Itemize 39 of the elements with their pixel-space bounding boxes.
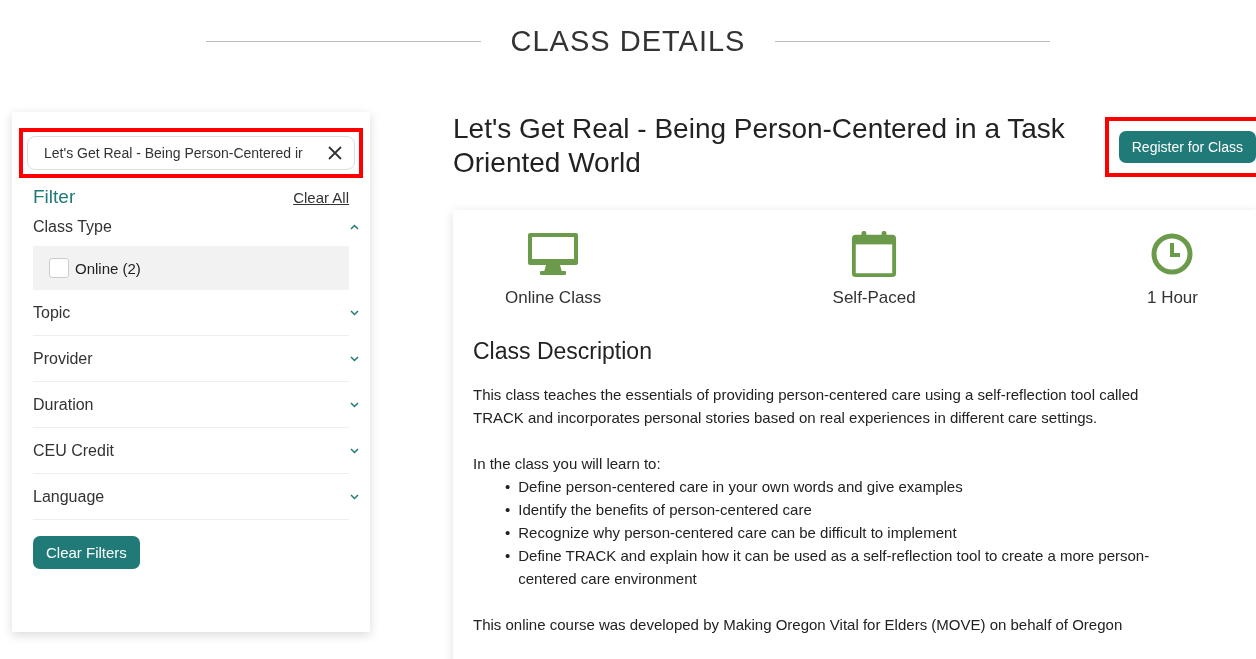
section-heading: Class Description (473, 338, 653, 365)
filter-group-header[interactable]: Duration (33, 382, 359, 427)
calendar-icon (850, 230, 899, 278)
filter-group-header[interactable]: Class Type (33, 208, 359, 246)
feature-label: Self-Paced (832, 288, 916, 308)
close-icon[interactable] (328, 146, 342, 160)
register-button[interactable]: Register for Class (1118, 131, 1256, 163)
checkbox[interactable] (49, 258, 69, 278)
clear-all-link[interactable]: Clear All (293, 189, 349, 206)
chevron-icon[interactable] (350, 356, 359, 362)
chevron-icon[interactable] (350, 448, 359, 454)
filter-group-header[interactable]: Language (33, 474, 359, 519)
bullet-mark: • (505, 500, 511, 520)
description-paragraph: This online course was developed by Making Oregon Vital for Elders (MOVE) on behalf of Oregon (473, 615, 1124, 635)
objective-item: Define TRACK and explain how it can be used as a self-reflection tool to create a more person-centered care environment (518, 546, 1151, 589)
objective-item: Recognize why person-centered care can be difficult to implement (518, 523, 957, 543)
monitor-icon (526, 230, 581, 278)
objective-item: Define person-centered care in your own words and give examples (518, 477, 963, 497)
objective-item: Identify the benefits of person-centered care (518, 500, 812, 520)
bullet-mark: • (505, 477, 511, 497)
feature-label: Online Class (505, 288, 602, 308)
list-intro: In the class you will learn to: (473, 454, 662, 474)
clear-filters-button[interactable]: Clear Filters (33, 536, 140, 569)
bullet-mark: • (505, 523, 511, 543)
filter-title: Filter (33, 186, 76, 208)
filter-group-header[interactable]: Provider (33, 336, 359, 381)
chevron-icon[interactable] (350, 224, 359, 230)
description-paragraph: This class teaches the essentials of providing person-centered care using a self-reflection tool called TRACK and incorporates personal stories based on real experiences in different care settings. (473, 385, 1140, 428)
option-label[interactable]: Online (2) (75, 259, 141, 277)
bullet-mark: • (505, 546, 511, 566)
page-title: CLASS DETAILS (510, 24, 746, 58)
filter-group-header[interactable]: CEU Credit (33, 428, 359, 473)
chevron-icon[interactable] (350, 310, 359, 316)
feature-label: 1 Hour (1146, 288, 1198, 308)
class-title: Let's Get Real - Being Person-Centered in a Task Oriented World (453, 112, 1066, 180)
chevron-icon[interactable] (350, 402, 359, 408)
filter-group-header[interactable]: Topic (33, 290, 359, 335)
search-field[interactable]: Let's Get Real - Being Person-Centered ir (27, 136, 355, 170)
chevron-icon[interactable] (350, 494, 359, 500)
